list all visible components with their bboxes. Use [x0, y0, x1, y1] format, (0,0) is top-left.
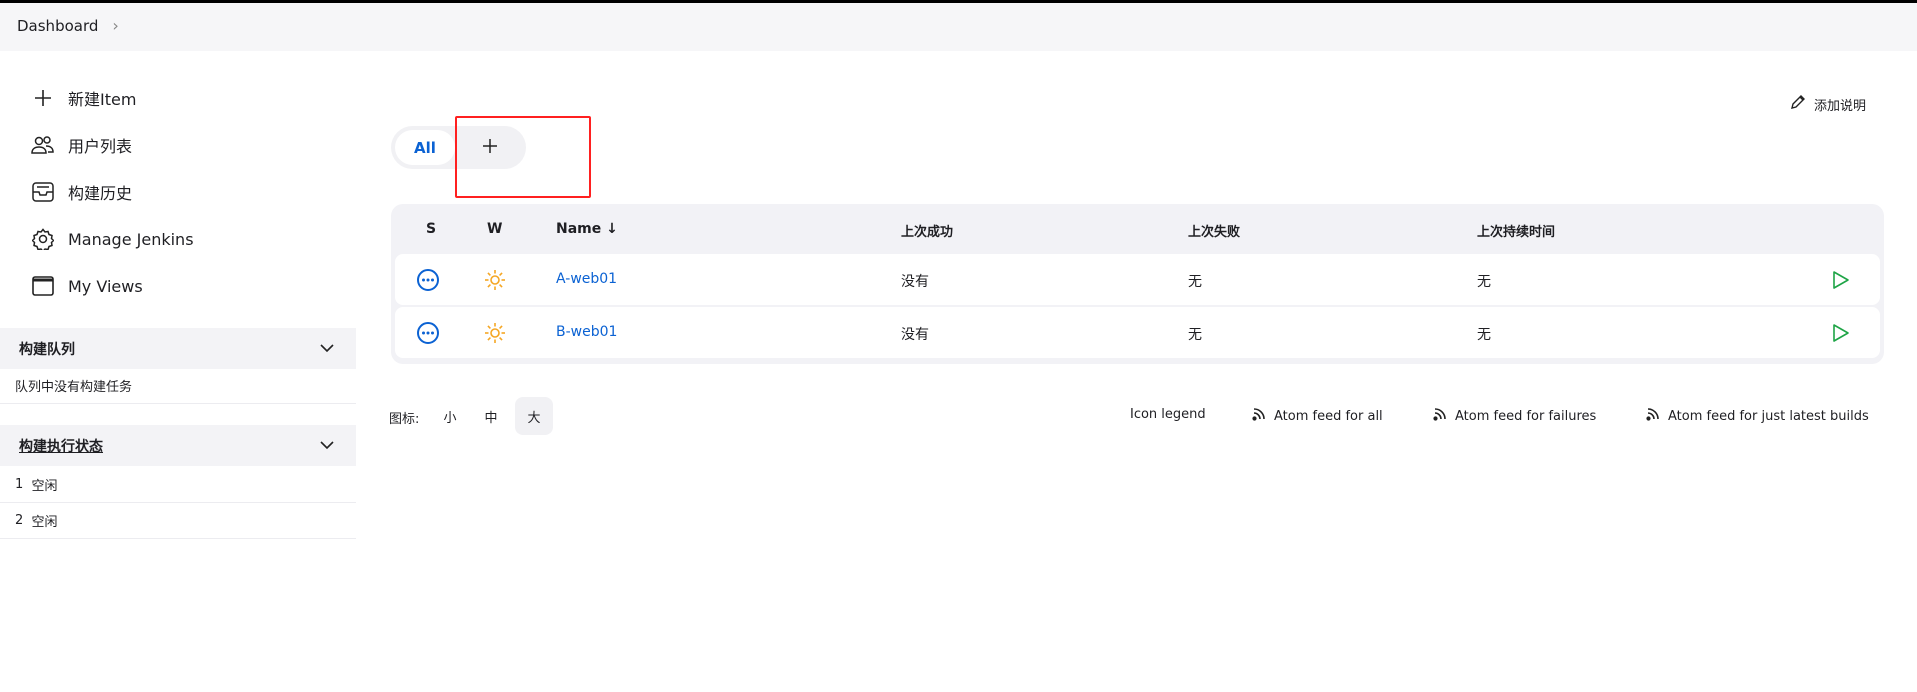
rss-icon — [1646, 407, 1660, 425]
atom-feed-all-label: Atom feed for all — [1274, 408, 1383, 424]
atom-feed-failures-link[interactable]: Atom feed for failures — [1433, 407, 1596, 425]
executor-status: 空闲 — [31, 479, 58, 494]
table-row — [395, 307, 1880, 358]
rss-icon — [1433, 407, 1447, 425]
gear-icon — [30, 226, 56, 252]
header-weather[interactable]: W — [487, 221, 502, 237]
sidebar-item-label: My Views — [68, 276, 143, 296]
icon-size-label: 图标: — [389, 412, 420, 427]
table-row — [395, 254, 1880, 305]
sidebar-item-my-views[interactable]: My Views — [30, 271, 143, 301]
executor-row: 1 空闲 — [0, 467, 356, 503]
chevron-right-icon[interactable]: › — [112, 16, 118, 35]
atom-feed-latest-label: Atom feed for just latest builds — [1668, 408, 1869, 424]
job-name-link[interactable]: A-web01 — [556, 271, 617, 287]
build-now-play-icon[interactable] — [1832, 323, 1850, 347]
weather-sunny-icon — [484, 322, 506, 348]
pencil-icon — [1790, 94, 1806, 114]
header-last-duration[interactable]: 上次持续时间 — [1477, 221, 1555, 240]
icon-legend-label: Icon legend — [1130, 407, 1206, 422]
last-success: 没有 — [901, 327, 929, 343]
highlight-box — [455, 116, 591, 198]
breadcrumb-dashboard[interactable]: Dashboard — [17, 17, 98, 35]
last-duration: 无 — [1477, 274, 1491, 290]
users-icon — [30, 132, 56, 158]
status-pending-icon[interactable] — [416, 321, 440, 349]
sidebar-item-label: 构建历史 — [68, 184, 133, 203]
atom-feed-failures-label: Atom feed for failures — [1455, 408, 1597, 424]
add-description-button[interactable]: 添加说明 — [1790, 94, 1866, 114]
sidebar-item-users[interactable]: 用户列表 — [30, 130, 132, 160]
icon-size-medium[interactable]: 中 — [472, 397, 510, 435]
header-name[interactable]: Name ↓ — [556, 221, 618, 237]
header-status[interactable]: S — [426, 221, 436, 237]
icon-size-small[interactable]: 小 — [431, 397, 469, 435]
sidebar-item-label: 用户列表 — [68, 137, 133, 156]
inbox-icon — [30, 179, 56, 205]
atom-feed-latest-link[interactable]: Atom feed for just latest builds — [1646, 407, 1869, 425]
add-description-label: 添加说明 — [1814, 98, 1867, 114]
sidebar-item-manage-jenkins[interactable]: Manage Jenkins — [30, 224, 194, 254]
icon-legend-link[interactable]: Icon legend — [1130, 407, 1206, 422]
icon-size-large[interactable]: 大 — [515, 397, 553, 435]
status-pending-icon[interactable] — [416, 268, 440, 296]
atom-feed-all-link[interactable]: Atom feed for all — [1252, 407, 1383, 425]
breadcrumb-bar — [0, 3, 1917, 51]
last-duration: 无 — [1477, 327, 1491, 343]
plus-icon — [30, 85, 56, 111]
executor-number: 2 — [15, 513, 24, 528]
chevron-down-icon[interactable] — [320, 341, 334, 357]
build-queue-title: 构建队列 — [19, 341, 75, 358]
header-last-success[interactable]: 上次成功 — [901, 221, 953, 240]
chevron-down-icon[interactable] — [320, 438, 334, 454]
executor-status: 空闲 — [31, 515, 58, 530]
rss-icon — [1252, 407, 1266, 425]
build-queue-header[interactable]: 构建队列 — [0, 328, 356, 369]
executors-title[interactable]: 构建执行状态 — [19, 436, 103, 456]
sidebar-item-label: Manage Jenkins — [68, 229, 194, 249]
last-failure: 无 — [1188, 327, 1202, 343]
header-last-failure[interactable]: 上次失败 — [1188, 221, 1240, 240]
last-failure: 无 — [1188, 274, 1202, 290]
executor-row: 2 空闲 — [0, 503, 356, 539]
tab-all[interactable]: All — [395, 130, 455, 165]
last-success: 没有 — [901, 274, 929, 290]
job-name-link[interactable]: B-web01 — [556, 324, 617, 340]
window-icon — [30, 273, 56, 299]
executor-number: 1 — [15, 477, 24, 492]
sidebar-item-build-history[interactable]: 构建历史 — [30, 177, 132, 207]
weather-sunny-icon — [484, 269, 506, 295]
sidebar-item-new-item[interactable]: 新建Item — [30, 83, 136, 113]
build-now-play-icon[interactable] — [1832, 270, 1850, 294]
queue-empty-text: 队列中没有构建任务 — [15, 380, 133, 395]
executors-header[interactable]: 构建执行状态 — [0, 425, 356, 466]
build-queue-empty: 队列中没有构建任务 — [0, 368, 356, 404]
sidebar-item-label: 新建Item — [68, 90, 137, 109]
breadcrumb: Dashboard › — [17, 16, 119, 35]
